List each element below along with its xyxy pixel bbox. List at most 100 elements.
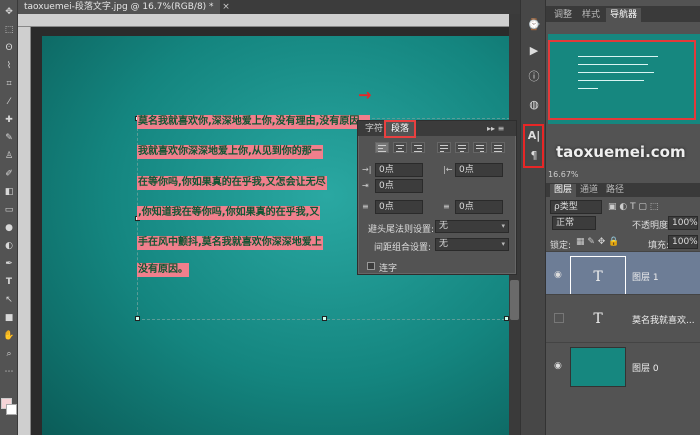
lock-label: 锁定: [550,241,572,251]
justify-last-left-icon[interactable] [437,142,451,153]
kinsoku-label: 避头尾法则设置: [368,225,435,235]
tab-channels[interactable]: 通道 [576,184,602,197]
text-line[interactable]: ,你知道我在等你吗,你如果真的在乎我,又 [137,206,321,220]
type-tool-icon[interactable]: T [2,276,16,288]
align-left-icon[interactable] [375,142,389,153]
kinsoku-select[interactable]: 无 ▾ [435,220,509,233]
marquee-tool-icon[interactable]: ⬚ [2,24,16,36]
move-tool-icon[interactable]: ✥ [2,6,16,18]
justify-all-icon[interactable] [491,142,505,153]
navigator-view-frame[interactable] [548,40,696,120]
layer-kind-filter[interactable]: ρ类型 [550,200,602,214]
properties-panel-icon[interactable]: ◍ [526,98,542,112]
background-color-swatch[interactable] [6,404,17,415]
eyedropper-tool-icon[interactable]: ⁄ [2,96,16,108]
clone-stamp-tool-icon[interactable]: ♙ [2,150,16,162]
space-after-field[interactable]: 0点 [455,200,503,214]
layer-name[interactable]: 图层 1 [632,270,659,283]
crop-tool-icon[interactable]: ⌗ [2,78,16,90]
indent-left-icon: →| [362,165,372,174]
horizontal-ruler[interactable] [18,14,520,27]
resize-handle[interactable] [322,316,327,321]
space-before-field[interactable]: 0点 [375,200,423,214]
tab-navigator[interactable]: 导航器 [606,8,642,22]
scrollbar-thumb[interactable] [510,280,519,320]
fill-field[interactable]: 100% [668,235,698,249]
eye-icon[interactable]: ◉ [554,270,564,280]
layer-row[interactable]: ◉ T 图层 1 [546,251,700,299]
path-select-tool-icon[interactable]: ↖ [2,294,16,306]
opacity-field[interactable]: 100% [668,216,698,230]
paragraph-panel-tabs: 字符 段落 ▸▸ ≡ [358,120,516,138]
tab-layers[interactable]: 图层 [550,184,577,197]
panel-menu-icon[interactable]: ▸▸ ≡ [482,122,509,136]
layer-name[interactable]: 莫名我就喜欢... [632,313,695,326]
text-line[interactable]: 手在风中颤抖,莫名我就喜欢你深深地爱上 [137,236,323,250]
text-line[interactable]: 在等你吗,你如果真的在乎我,又怎会让无尽 [137,176,327,190]
eraser-tool-icon[interactable]: ◧ [2,186,16,198]
layer-name[interactable]: 图层 0 [632,361,659,374]
justify-last-right-icon[interactable] [473,142,487,153]
tab-paths[interactable]: 路径 [602,184,628,197]
close-document-icon[interactable]: × [220,0,232,14]
first-line-indent-field[interactable]: 0点 [375,179,423,193]
more-tools-icon[interactable]: ⋯ [2,366,16,378]
text-line[interactable]: 我就喜欢你深深地爱上你,从见到你的那一 [137,145,323,159]
tab-character[interactable]: 字符 [360,122,388,136]
pen-tool-icon[interactable]: ✒ [2,258,16,270]
navigator-zoom[interactable]: 16.67% [548,170,579,179]
lock-icons[interactable]: ▦ ✎ ✥ 🔒 [576,237,619,247]
tab-paragraph[interactable]: 段落 [383,120,417,138]
indent-right-field[interactable]: 0点 [455,163,503,177]
vertical-ruler[interactable] [18,27,31,435]
history-brush-tool-icon[interactable]: ✐ [2,168,16,180]
tab-styles[interactable]: 样式 [578,8,604,22]
eye-icon[interactable]: ◉ [554,361,564,371]
brush-tool-icon[interactable]: ✎ [2,132,16,144]
align-right-icon[interactable] [411,142,425,153]
mojikumi-select[interactable]: 无 ▾ [435,238,509,251]
gradient-tool-icon[interactable]: ▭ [2,204,16,216]
text-line[interactable]: 没有原因。 [137,263,189,277]
indent-left-field[interactable]: 0点 [375,163,423,177]
mojikumi-value: 无 [439,239,449,249]
layer-row[interactable]: ◉ 图层 0 [546,342,700,390]
align-center-icon[interactable] [393,142,407,153]
fill-label: 填充: [648,241,670,251]
resize-handle[interactable] [135,316,140,321]
actions-panel-icon[interactable]: ▶ [526,44,542,58]
text-line[interactable]: 莫名我就喜欢你,深深地爱上你,没有理由,没有原因。 [137,115,371,129]
blend-mode-select[interactable]: 正常 [552,216,596,230]
zoom-tool-icon[interactable]: ⌕ [2,348,16,360]
annotation-highlight-box [523,124,544,168]
space-before-icon: ≡ [362,202,369,211]
text-layer-thumbnail: T [593,311,603,327]
chevron-down-icon: ▾ [501,240,505,248]
dodge-tool-icon[interactable]: ◐ [2,240,16,252]
justify-last-center-icon[interactable] [455,142,469,153]
first-line-indent-icon: ⇥ [362,181,369,190]
indent-right-icon: |← [443,165,453,174]
space-after-icon: ≡ [443,202,450,211]
text-layer-thumbnail: T [570,256,626,296]
watermark-text: taoxuemei.com [556,143,686,161]
visibility-toggle[interactable] [554,313,564,323]
history-panel-icon[interactable]: ⌚ [526,18,542,32]
lasso-tool-icon[interactable]: ʘ [2,42,16,54]
layer-row[interactable]: T 莫名我就喜欢... [546,294,700,342]
document-tab[interactable]: taoxuemei-段落文字.jpg @ 16.7%(RGB/8) * [18,0,220,14]
info-panel-icon[interactable]: ⓘ [526,70,542,84]
layers-tabs: 图层 通道 路径 [546,183,700,197]
chevron-down-icon: ▾ [501,222,505,230]
hand-tool-icon[interactable]: ✋ [2,330,16,342]
blur-tool-icon[interactable]: ● [2,222,16,234]
quick-select-tool-icon[interactable]: ⌇ [2,60,16,72]
document-tab-bar: taoxuemei-段落文字.jpg @ 16.7%(RGB/8) * × [18,0,520,14]
healing-tool-icon[interactable]: ✚ [2,114,16,126]
hyphenate-label: 连字 [379,264,398,274]
tab-adjustments[interactable]: 调整 [550,8,576,22]
hyphenate-checkbox[interactable] [367,262,375,270]
paragraph-panel: 字符 段落 ▸▸ ≡ →| 0点 |← 0点 ⇥ 0点 ≡ 0点 ≡ 0点 避头… [357,120,517,275]
shape-tool-icon[interactable]: ■ [2,312,16,324]
filter-icons[interactable]: ▣ ◐ T ▢ ⬚ [608,202,658,212]
